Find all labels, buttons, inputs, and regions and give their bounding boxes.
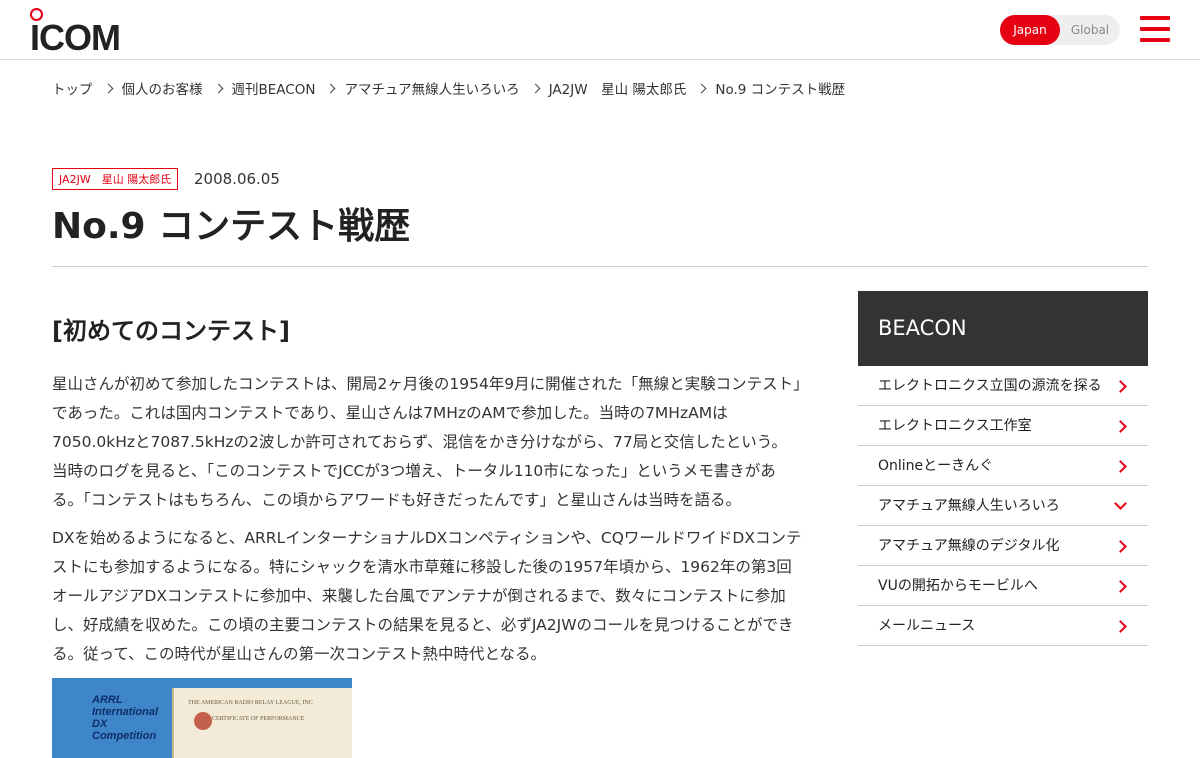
sidebar-item-digitalization[interactable]: アマチュア無線のデジタル化 <box>858 526 1148 566</box>
certificates-photo: ARRL International DX Competition THE AM… <box>52 678 352 758</box>
chevron-right-icon <box>1114 540 1127 553</box>
sidebar-item-label: メールニュース <box>878 618 976 634</box>
sidebar-item-label: Onlineとーきんぐ <box>878 458 994 474</box>
icom-logo[interactable]: ICOM <box>30 8 122 58</box>
sidebar-item-electronics-workshop[interactable]: エレクトロニクス工作室 <box>858 406 1148 446</box>
chevron-right-icon <box>1114 380 1127 393</box>
arrl-seal-icon <box>194 712 212 730</box>
site-header: ICOM Japan Global <box>0 0 1200 60</box>
chevron-right-icon <box>103 83 113 93</box>
cert1-text: ARRL International DX Competition <box>92 694 159 742</box>
chevron-right-icon <box>1114 580 1127 593</box>
language-switch: Japan Global <box>1000 15 1120 45</box>
breadcrumb-item-personal[interactable]: 個人のお客様 <box>122 78 203 98</box>
chevron-right-icon <box>530 83 541 93</box>
sidebar-heading: BEACON <box>858 291 1148 366</box>
lang-global-button[interactable]: Global <box>1060 15 1120 45</box>
breadcrumb-item-top[interactable]: トップ <box>52 78 93 98</box>
cert2-subtext: CERTIFICATE OF PERFORMANCE <box>212 716 305 722</box>
hamburger-menu-icon[interactable] <box>1140 16 1170 42</box>
sidebar-item-label: エレクトロニクス工作室 <box>878 418 1032 434</box>
author-tag[interactable]: JA2JW 星山 陽太郎氏 <box>52 168 179 190</box>
chevron-right-icon <box>1114 460 1127 473</box>
breadcrumb-item-current: No.9 コンテスト戦歴 <box>715 82 846 98</box>
chevron-down-icon <box>1114 497 1127 510</box>
page-title: No.9 コンテスト戦歴 <box>52 206 411 247</box>
chevron-right-icon <box>696 83 707 93</box>
article-paragraph-2: DXを始めるようになると、ARRLインターナショナルDXコンペティションや、CQ… <box>52 529 802 663</box>
sidebar-item-label: アマチュア無線のデジタル化 <box>878 538 1060 554</box>
sidebar-item-label: アマチュア無線人生いろいろ <box>878 498 1060 514</box>
breadcrumb-item-author[interactable]: JA2JW 星山 陽太郎氏 <box>549 78 687 98</box>
breadcrumb: トップ 個人のお客様 週刊BEACON アマチュア無線人生いろいろ JA2JW … <box>52 78 845 98</box>
arrl-certificate-paper: THE AMERICAN RADIO RELAY LEAGUE, INC CER… <box>172 688 352 758</box>
sidebar-item-label: エレクトロニクス立国の源流を探る <box>878 378 1102 394</box>
logo-text: ICOM <box>30 17 121 58</box>
chevron-right-icon <box>1114 620 1127 633</box>
cert2-text: THE AMERICAN RADIO RELAY LEAGUE, INC <box>188 700 313 706</box>
publish-date: 2008.06.05 <box>194 170 280 188</box>
section-heading: [初めてのコンテスト] <box>52 317 290 345</box>
sidebar-item-label: VUの開拓からモービルへ <box>878 578 1038 594</box>
breadcrumb-item-series[interactable]: アマチュア無線人生いろいろ <box>344 78 519 98</box>
article-paragraph-1: 星山さんが初めて参加したコンテストは、開局2ヶ月後の1954年9月に開催された「… <box>52 375 801 509</box>
sidebar-item-amateur-life[interactable]: アマチュア無線人生いろいろ <box>858 486 1148 526</box>
chevron-right-icon <box>1114 420 1127 433</box>
beacon-sidebar: BEACON エレクトロニクス立国の源流を探る エレクトロニクス工作室 Onli… <box>858 291 1148 646</box>
sidebar-item-electronics-origin[interactable]: エレクトロニクス立国の源流を探る <box>858 366 1148 406</box>
sidebar-item-vu-mobile[interactable]: VUの開拓からモービルへ <box>858 566 1148 606</box>
lang-japan-button[interactable]: Japan <box>1000 15 1060 45</box>
chevron-right-icon <box>326 83 336 93</box>
sidebar-item-online-talking[interactable]: Onlineとーきんぐ <box>858 446 1148 486</box>
title-divider <box>52 266 1148 267</box>
sidebar-item-mail-news[interactable]: メールニュース <box>858 606 1148 646</box>
breadcrumb-item-beacon[interactable]: 週刊BEACON <box>232 78 316 98</box>
chevron-right-icon <box>213 83 223 93</box>
